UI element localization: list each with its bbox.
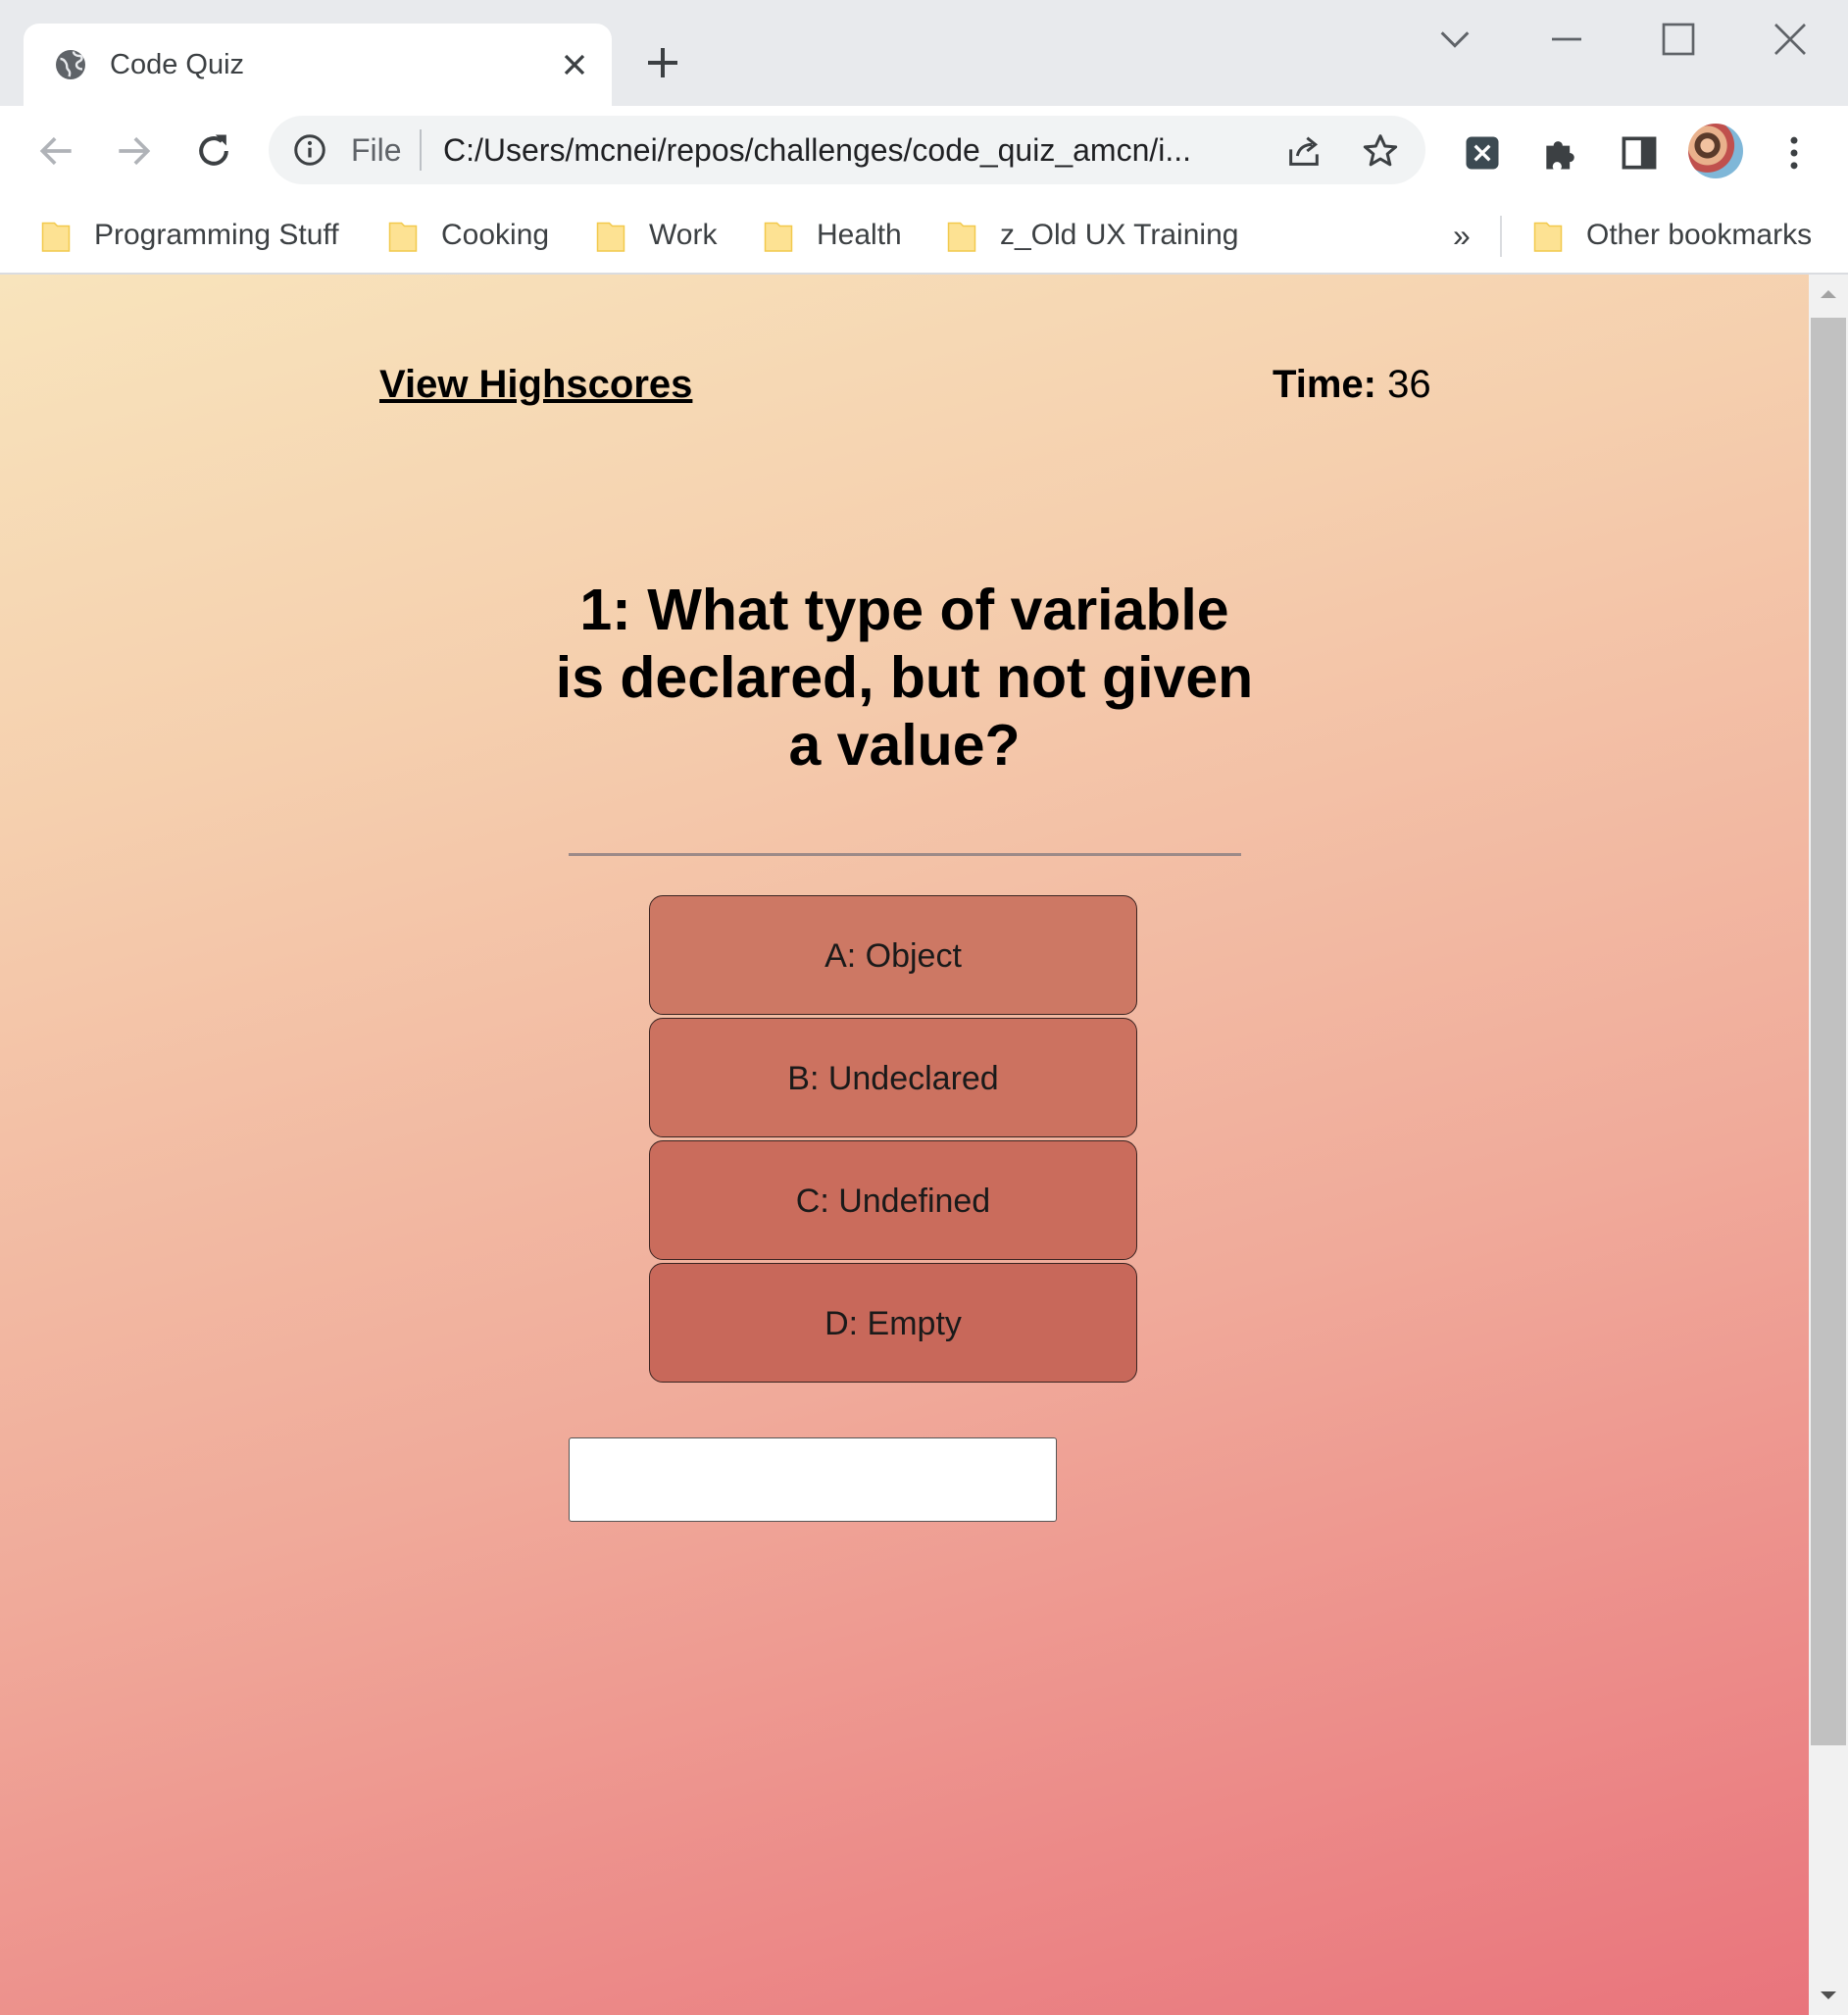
arrow-right-icon[interactable] <box>112 129 155 173</box>
answer-button-a[interactable]: A: Object <box>649 895 1137 1015</box>
puzzle-icon[interactable] <box>1539 131 1582 175</box>
scroll-down-arrow-icon[interactable] <box>1819 1986 1838 2005</box>
url-text[interactable]: C:/Users/mcnei/repos/challenges/code_qui… <box>443 131 1247 169</box>
folder-icon <box>947 222 976 252</box>
bookmark-label: Other bookmarks <box>1586 219 1813 251</box>
tab-title: Code Quiz <box>110 49 245 80</box>
scheme-label: File <box>351 132 402 168</box>
side-panel-icon[interactable] <box>1618 131 1661 175</box>
close-icon[interactable] <box>557 47 592 82</box>
reload-icon[interactable] <box>192 129 235 173</box>
tab-strip: Code Quiz <box>0 0 1848 106</box>
kebab-menu-icon[interactable] <box>1773 131 1816 175</box>
folder-icon <box>41 222 71 252</box>
extension-x-icon[interactable] <box>1461 131 1504 175</box>
close-icon[interactable] <box>1771 20 1810 59</box>
browser-toolbar: File C:/Users/mcnei/repos/challenges/cod… <box>0 106 1848 202</box>
answer-button-d[interactable]: D: Empty <box>649 1263 1137 1383</box>
folder-icon <box>596 222 625 252</box>
timer-label: Time: <box>1273 363 1376 406</box>
scroll-up-arrow-icon[interactable] <box>1819 284 1838 304</box>
timer: Time: 36 <box>1273 361 1431 408</box>
folder-icon <box>388 222 418 252</box>
bookmark-label: Health <box>817 219 902 251</box>
maximize-icon[interactable] <box>1659 20 1698 59</box>
view-highscores-link[interactable]: View Highscores <box>379 361 692 408</box>
question-text: 1: What type of variable is declared, bu… <box>555 578 1254 778</box>
bookmark-label: Work <box>649 219 718 251</box>
folder-icon <box>764 222 793 252</box>
arrow-left-icon[interactable] <box>35 129 78 173</box>
feedback-box <box>569 1437 1057 1522</box>
star-icon[interactable] <box>1361 131 1400 171</box>
avatar[interactable] <box>1688 124 1743 178</box>
minimize-icon[interactable] <box>1547 20 1586 59</box>
share-icon[interactable] <box>1284 131 1324 171</box>
chevron-down-icon[interactable] <box>1435 20 1474 59</box>
bookmarks-overflow-button[interactable]: » <box>1453 216 1471 255</box>
answer-button-b[interactable]: B: Undeclared <box>649 1018 1137 1137</box>
bookmarks-bar: Programming Stuff Cooking Work Health z_… <box>0 202 1848 275</box>
divider <box>569 853 1241 856</box>
bookmark-label: Programming Stuff <box>94 219 339 251</box>
browser-window: Code Quiz File C:/Users/mcnei/repos/chal… <box>0 0 1848 2015</box>
globe-icon <box>56 50 85 79</box>
folder-icon <box>1533 222 1563 252</box>
address-bar[interactable]: File C:/Users/mcnei/repos/challenges/cod… <box>269 116 1425 184</box>
separator <box>420 129 422 171</box>
page-viewport: View Highscores Time: 36 1: What type of… <box>0 275 1809 2015</box>
scroll-thumb[interactable] <box>1811 318 1846 1745</box>
info-icon[interactable] <box>292 132 327 168</box>
answer-button-c[interactable]: C: Undefined <box>649 1140 1137 1260</box>
plus-icon[interactable] <box>643 43 682 82</box>
timer-value: 36 <box>1387 363 1431 406</box>
vertical-scrollbar[interactable] <box>1809 275 1848 2015</box>
bookmark-label: Cooking <box>441 219 550 251</box>
bookmarks-divider <box>1500 216 1502 257</box>
tab-code-quiz[interactable]: Code Quiz <box>24 24 612 106</box>
bookmark-label: z_Old UX Training <box>1000 219 1239 251</box>
